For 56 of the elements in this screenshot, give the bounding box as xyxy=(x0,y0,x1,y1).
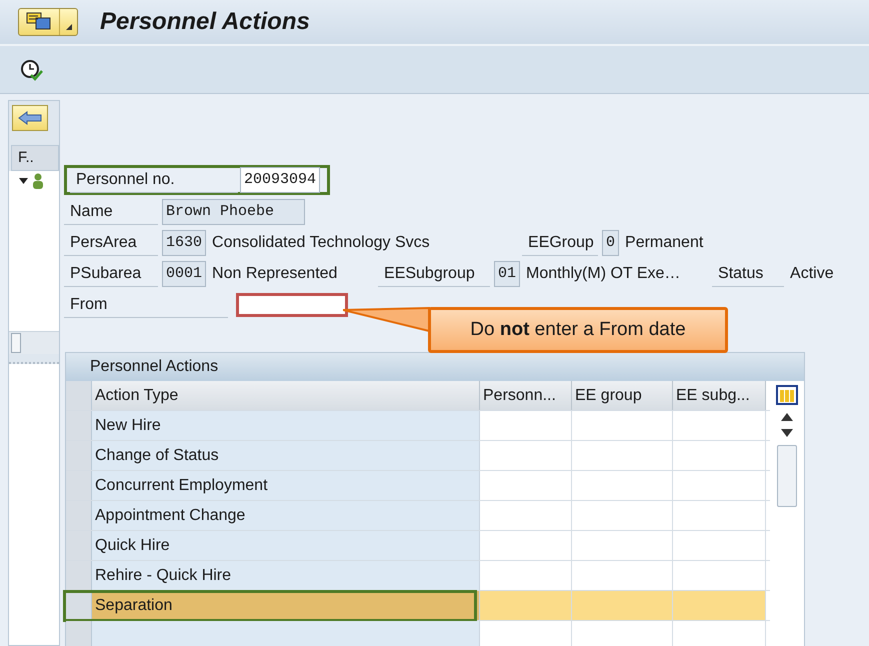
column-header[interactable]: EE subg... xyxy=(673,381,766,410)
code-field[interactable]: 01 xyxy=(494,260,520,286)
scrollbar-thumb[interactable] xyxy=(777,445,797,507)
menu-button[interactable] xyxy=(18,8,78,36)
field-text: Permanent xyxy=(624,234,704,252)
table-cell: Rehire - Quick Hire xyxy=(92,561,480,590)
field-label: Status xyxy=(712,260,784,286)
personnel-number-field[interactable]: 20093094 xyxy=(240,167,320,193)
clock-check-icon[interactable] xyxy=(20,58,44,80)
select-all-button[interactable] xyxy=(66,381,92,410)
row-selector[interactable] xyxy=(66,591,92,620)
scroll-up-icon[interactable] xyxy=(781,413,793,421)
scroll-down-icon[interactable] xyxy=(781,429,793,437)
column-header[interactable]: Action Type xyxy=(92,381,480,410)
field-label: Name xyxy=(64,198,158,224)
scrollbar-thumb[interactable] xyxy=(11,333,21,353)
field-label: PersArea xyxy=(64,230,158,256)
menu-icon xyxy=(26,12,52,32)
date-field[interactable] xyxy=(236,292,348,316)
field-text: Non Represented xyxy=(211,264,338,282)
expand-icon[interactable] xyxy=(19,178,28,184)
field-label: From xyxy=(64,292,228,318)
column-settings-icon[interactable] xyxy=(776,385,798,405)
table-row[interactable]: Appointment Change xyxy=(66,501,770,531)
code-field[interactable]: 0001 xyxy=(162,260,206,286)
table-title: Personnel Actions xyxy=(66,353,804,381)
column-header[interactable]: EE group xyxy=(572,381,673,410)
table-cell: Change of Status xyxy=(92,441,480,470)
field-text: Active xyxy=(789,264,835,282)
code-field[interactable]: 0 xyxy=(602,230,620,256)
table-row[interactable]: New Hire xyxy=(66,411,770,441)
field-label: EESubgroup xyxy=(378,260,490,286)
back-arrow-icon xyxy=(18,111,42,125)
field-label: Personnel no. xyxy=(70,167,238,193)
name-field[interactable]: Brown Phoebe xyxy=(162,198,305,224)
field-label: EEGroup xyxy=(522,230,598,256)
column-header: F.. xyxy=(11,145,59,171)
field-text: Monthly(M) OT Exe… xyxy=(525,264,682,282)
column-header[interactable]: Personn... xyxy=(480,381,572,410)
table-row[interactable]: Separation xyxy=(66,591,770,621)
callout-note: Do not enter a From date xyxy=(428,307,728,353)
code-field[interactable]: 1630 xyxy=(162,230,206,256)
window-title: Personnel Actions xyxy=(100,8,310,36)
back-button[interactable] xyxy=(12,105,48,131)
field-text: Consolidated Technology Svcs xyxy=(211,234,431,252)
table-cell: New Hire xyxy=(92,411,480,440)
table-cell: Appointment Change xyxy=(92,501,480,530)
dropdown-icon xyxy=(66,24,72,30)
field-label: PSubarea xyxy=(64,260,158,286)
table-row[interactable]: Concurrent Employment xyxy=(66,471,770,501)
table-cell: Quick Hire xyxy=(92,531,480,560)
table-row[interactable]: Quick Hire xyxy=(66,531,770,561)
table-cell: Concurrent Employment xyxy=(92,471,480,500)
table-row[interactable]: Rehire - Quick Hire xyxy=(66,561,770,591)
person-icon xyxy=(33,173,43,189)
table-row[interactable]: Change of Status xyxy=(66,441,770,471)
